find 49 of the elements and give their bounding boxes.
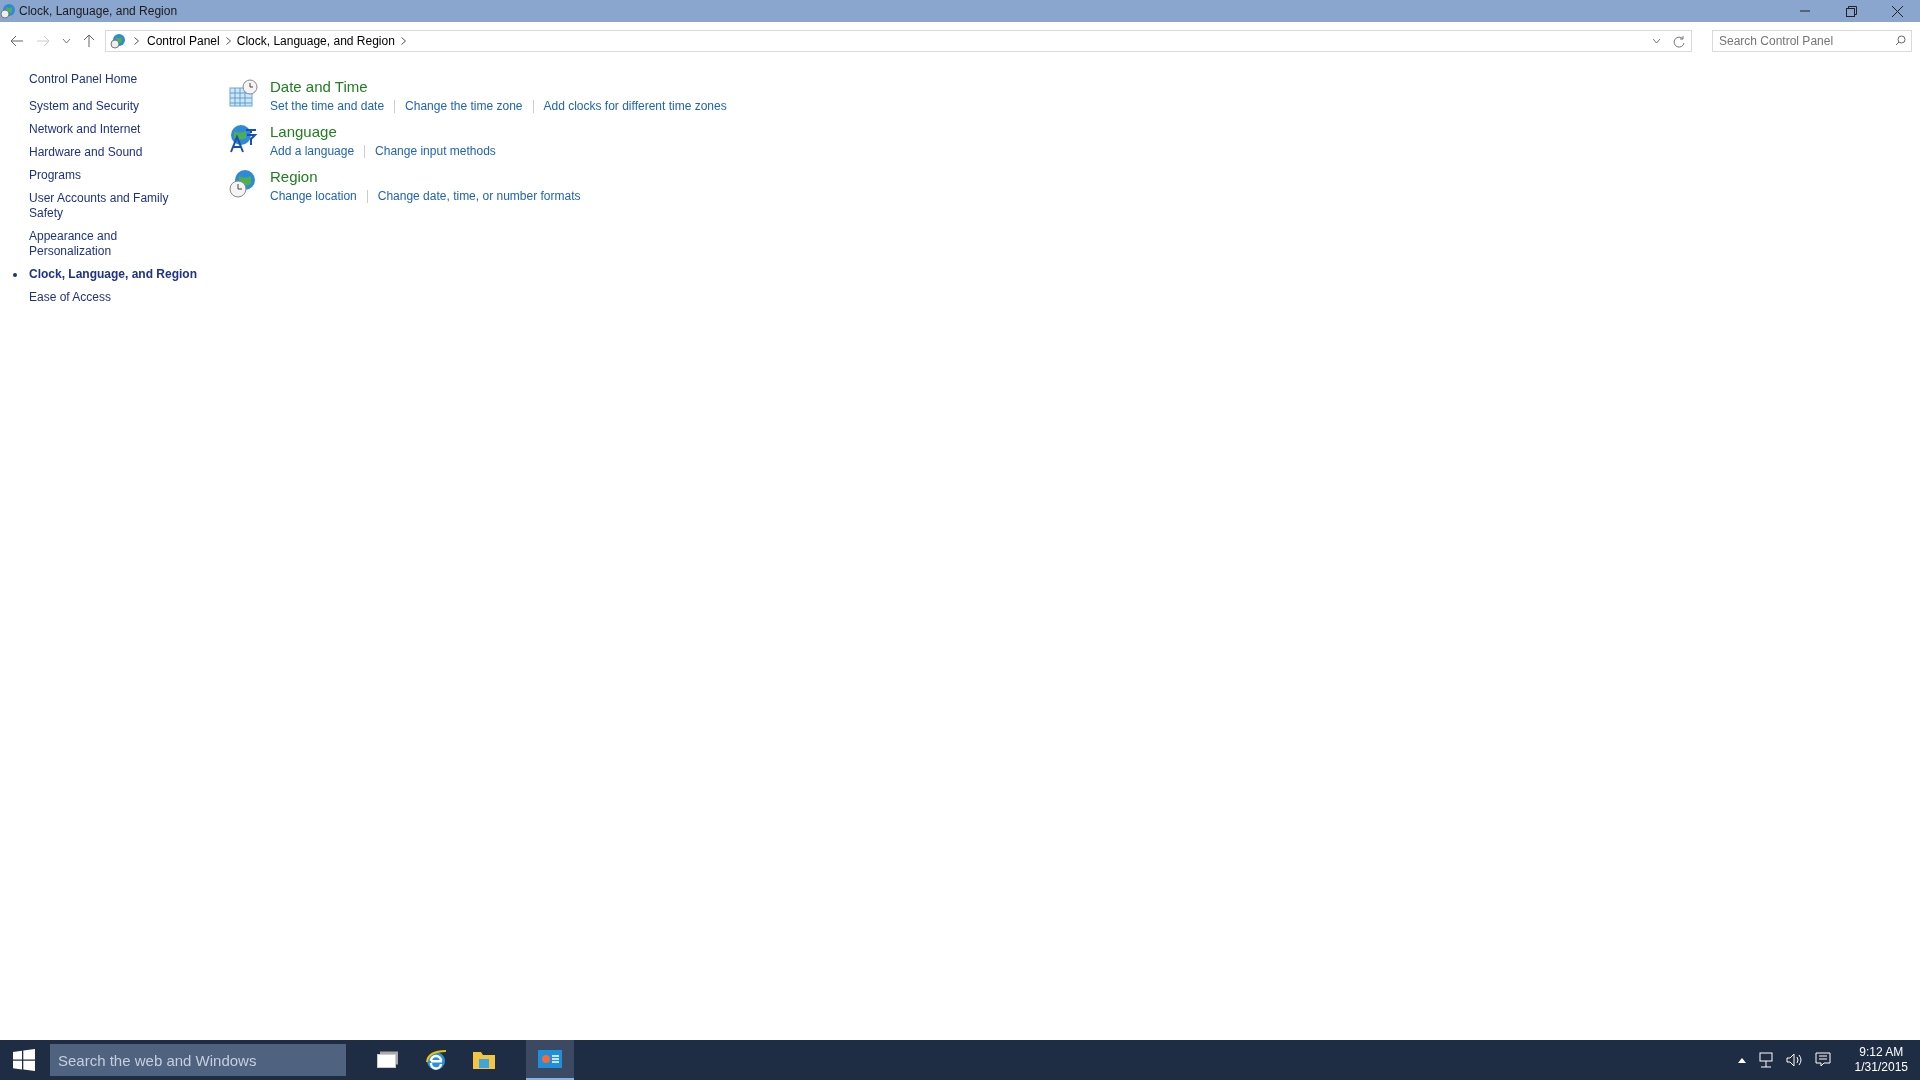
sidebar-item[interactable]: Ease of Access	[29, 290, 200, 305]
breadcrumb-link[interactable]: Control Panel	[147, 32, 220, 50]
globe-clock-icon	[0, 3, 16, 19]
chevron-icon	[225, 37, 231, 45]
task-link[interactable]: Change input methods	[375, 142, 496, 160]
up-arrow-icon[interactable]	[1737, 1057, 1746, 1063]
back-button[interactable]	[8, 33, 26, 49]
search-icon	[1895, 35, 1906, 46]
windows-logo-icon[interactable]	[13, 1049, 35, 1071]
up-button[interactable]	[81, 32, 97, 50]
sidebar-item[interactable]: Appearance and Personalization	[29, 229, 200, 259]
search-field[interactable]: Search Control Panel	[1712, 30, 1912, 52]
bullet-icon	[13, 273, 17, 277]
sidebar-item[interactable]: Hardware and Sound	[29, 145, 200, 160]
clock-time[interactable]: 9:12 AM	[1854, 1045, 1908, 1060]
close-icon[interactable]	[1891, 5, 1903, 17]
globe-character-icon	[228, 123, 260, 155]
address-bar[interactable]: Control Panel Clock, Language, and Region	[105, 30, 1692, 52]
clock-date[interactable]: 1/31/2015	[1854, 1060, 1908, 1075]
task-link[interactable]: Add clocks for different time zones	[543, 97, 727, 115]
task-view-icon[interactable]	[377, 1051, 399, 1069]
category-title-link[interactable]: Language	[270, 123, 337, 141]
sidebar-item[interactable]: User Accounts and Family Safety	[29, 191, 200, 221]
window-title: Clock, Language, and Region	[19, 3, 178, 20]
task-link[interactable]: Change the time zone	[405, 97, 523, 115]
control-panel-taskbar-icon[interactable]	[526, 1040, 574, 1080]
recent-locations-button[interactable]	[60, 36, 73, 46]
notification-icon[interactable]	[1814, 1052, 1831, 1068]
category-title-link[interactable]: Region	[270, 168, 318, 186]
speaker-icon[interactable]	[1785, 1052, 1803, 1068]
task-link[interactable]: Change location	[270, 187, 357, 205]
sidebar-item[interactable]: Clock, Language, and Region	[29, 267, 200, 282]
task-link[interactable]: Add a language	[270, 142, 355, 160]
breadcrumb-link[interactable]: Clock, Language, and Region	[236, 32, 395, 50]
address-dropdown-button[interactable]	[1650, 36, 1663, 46]
task-link[interactable]: Set the time and date	[270, 97, 385, 115]
sidebar-item[interactable]: Programs	[29, 168, 200, 183]
restore-icon[interactable]	[1845, 5, 1857, 17]
task-link[interactable]: Change date, time, or number formats	[377, 187, 581, 205]
globe-clock-icon	[110, 33, 126, 49]
chevron-icon	[400, 37, 406, 45]
clock-calendar-icon	[228, 78, 260, 110]
chevron-icon	[134, 37, 139, 45]
sidebar-home-link[interactable]: Control Panel Home	[29, 72, 200, 87]
category-title-link[interactable]: Date and Time	[270, 78, 368, 96]
sidebar-item[interactable]: System and Security	[29, 99, 200, 114]
taskbar-search-field[interactable]: Search the web and Windows	[50, 1044, 346, 1076]
network-icon[interactable]	[1757, 1052, 1774, 1068]
sidebar-item[interactable]: Network and Internet	[29, 122, 200, 137]
